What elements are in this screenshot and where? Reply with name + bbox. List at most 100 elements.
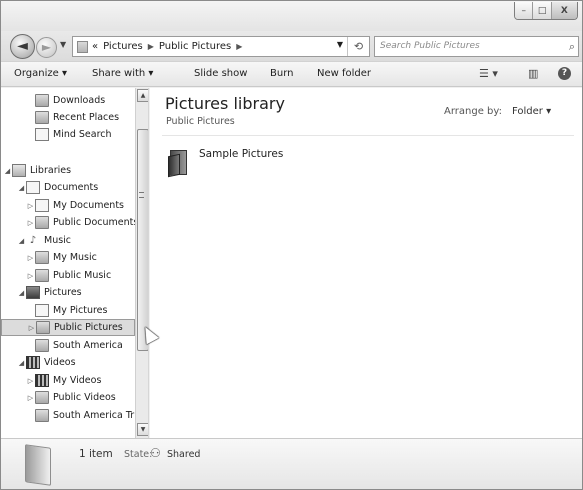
folder-thumbnail-icon <box>25 444 51 486</box>
address-bar[interactable]: « Pictures ▶ Public Pictures ▶ ▼ ⟲ <box>72 36 370 57</box>
tree-item-my-music[interactable]: ▷ My Music <box>1 249 135 266</box>
expand-arrow-icon[interactable]: ▷ <box>26 377 35 385</box>
navigation-bar: ◄ ► ▼ « Pictures ▶ Public Pictures ▶ ▼ ⟲… <box>1 31 582 61</box>
file-list-pane: Pictures library Public Pictures Arrange… <box>150 88 582 438</box>
organize-menu[interactable]: Organize ▾ <box>14 68 67 79</box>
folder-icon <box>35 269 49 282</box>
folder-icon <box>35 251 49 264</box>
scroll-thumb[interactable] <box>137 129 148 351</box>
doc-icon <box>35 304 49 317</box>
change-view-icon[interactable]: ☰ ▾ <box>479 67 498 80</box>
tree-item-libraries[interactable]: ◢ Libraries <box>1 162 135 179</box>
burn-button[interactable]: Burn <box>270 68 293 79</box>
doc-icon <box>35 199 49 212</box>
explorer-window: – □ X ◄ ► ▼ « Pictures ▶ Public Pictures… <box>0 0 583 490</box>
folder-icon <box>35 391 49 404</box>
back-button[interactable]: ◄ <box>10 34 35 59</box>
scroll-down-button[interactable]: ▼ <box>137 423 148 436</box>
expand-arrow-icon[interactable]: ▷ <box>26 202 35 210</box>
new-folder-button[interactable]: New folder <box>317 68 371 79</box>
breadcrumb-separator-icon[interactable]: ▶ <box>148 42 154 51</box>
item-count: 1 item <box>79 448 113 460</box>
tree-item-videos[interactable]: ◢ Videos <box>1 354 135 371</box>
tree-item-my-pictures[interactable]: My Pictures <box>1 302 135 319</box>
expand-arrow-icon[interactable]: ◢ <box>17 289 26 297</box>
preview-pane-icon[interactable]: ▥ <box>528 67 538 80</box>
details-pane: 1 item State: ⚇ Shared <box>1 438 582 489</box>
library-subtitle[interactable]: Public Pictures <box>166 116 235 127</box>
expand-arrow-icon[interactable]: ▷ <box>27 324 36 332</box>
help-icon[interactable]: ? <box>558 67 571 80</box>
tree-item-label: My Pictures <box>53 305 108 316</box>
search-input[interactable]: Search Public Pictures ⌕ <box>374 36 579 57</box>
breadcrumb-overflow[interactable]: « <box>92 41 98 52</box>
address-dropdown-icon[interactable]: ▼ <box>337 40 343 49</box>
slide-show-button[interactable]: Slide show <box>194 68 247 79</box>
recent-pages-dropdown[interactable]: ▼ <box>60 40 66 49</box>
tree-item-label: Public Documents <box>53 217 135 228</box>
folder-item-sample-pictures[interactable]: Sample Pictures <box>168 146 284 178</box>
doc-icon <box>35 128 49 141</box>
expand-arrow-icon[interactable]: ◢ <box>17 184 26 192</box>
tree-item-south-america[interactable]: South America <box>1 337 135 354</box>
tree-item-label: Videos <box>44 357 76 368</box>
expand-arrow-icon[interactable]: ◢ <box>17 359 26 367</box>
tree-item-pictures[interactable]: ◢ Pictures <box>1 284 135 301</box>
tree-item-label: Libraries <box>30 165 72 176</box>
tree-item-label: Mind Search <box>53 129 112 140</box>
tree-item-label: My Music <box>53 252 97 263</box>
expand-arrow-icon[interactable]: ▷ <box>26 219 35 227</box>
tree-item-public-music[interactable]: ▷ Public Music <box>1 267 135 284</box>
folder-icon <box>36 321 50 334</box>
tree-item-mind-search[interactable]: Mind Search <box>1 126 135 143</box>
shared-users-icon: ⚇ <box>150 446 161 460</box>
navigation-pane: Downloads Recent Places Mind Search ◢ Librar… <box>1 88 149 438</box>
expand-arrow-icon[interactable]: ◢ <box>3 167 12 175</box>
expand-arrow-icon[interactable]: ▷ <box>26 272 35 280</box>
refresh-icon[interactable]: ⟲ <box>347 37 369 56</box>
expand-arrow-icon[interactable]: ▷ <box>26 394 35 402</box>
close-button[interactable]: X <box>551 2 577 19</box>
vid-icon <box>26 356 40 369</box>
share-with-menu[interactable]: Share with ▾ <box>92 68 153 79</box>
tree-item-downloads[interactable]: Downloads <box>1 92 135 109</box>
tree-item-documents[interactable]: ◢ Documents <box>1 179 135 196</box>
folder-icon <box>35 111 49 124</box>
search-placeholder: Search Public Pictures <box>380 41 480 51</box>
expand-arrow-icon[interactable]: ▷ <box>26 254 35 262</box>
tree-item-public-videos[interactable]: ▷ Public Videos <box>1 389 135 406</box>
navigation-scrollbar[interactable]: ▲ ▼ <box>135 88 148 438</box>
scroll-up-button[interactable]: ▲ <box>137 89 148 102</box>
breadcrumb-public-pictures[interactable]: Public Pictures <box>159 41 231 52</box>
breadcrumb-pictures[interactable]: Pictures <box>103 41 143 52</box>
tree-item-label: Documents <box>44 182 99 193</box>
tree-item-label: Downloads <box>53 95 106 106</box>
tree-item-recent-places[interactable]: Recent Places <box>1 109 135 126</box>
tree-item-label: Public Videos <box>53 392 116 403</box>
maximize-button[interactable]: □ <box>533 2 552 19</box>
tree-item-music[interactable]: ◢ ♪ Music <box>1 232 135 249</box>
expand-arrow-icon[interactable]: ◢ <box>17 237 26 245</box>
caption-buttons: – □ X <box>514 2 578 20</box>
search-icon[interactable]: ⌕ <box>569 37 575 56</box>
tree-item-label: Public Music <box>53 270 112 281</box>
scroll-grip-icon <box>139 192 144 198</box>
tree-item-public-pictures[interactable]: ▷ Public Pictures <box>1 319 135 336</box>
command-bar: Organize ▾ Share with ▾ Slide show Burn … <box>1 61 582 87</box>
minimize-button[interactable]: – <box>515 2 534 19</box>
arrange-by-dropdown[interactable]: Folder ▾ <box>512 106 551 117</box>
tree-item-south-america-trip[interactable]: South America Trip <box>1 407 135 424</box>
tree-item-label: South America <box>53 340 123 351</box>
tree-item-my-videos[interactable]: ▷ My Videos <box>1 372 135 389</box>
vid-icon <box>35 374 49 387</box>
tree-item-public-documents[interactable]: ▷ Public Documents <box>1 214 135 231</box>
state-label: State: <box>124 449 153 460</box>
tree-item-label: Public Pictures <box>54 322 123 333</box>
tree-item-label: Pictures <box>44 287 82 298</box>
tree-item-label: Music <box>44 235 72 246</box>
picture-folder-icon <box>168 146 190 178</box>
forward-button[interactable]: ► <box>36 37 57 58</box>
breadcrumb-separator-icon[interactable]: ▶ <box>236 42 242 51</box>
tree-item-my-documents[interactable]: ▷ My Documents <box>1 197 135 214</box>
folder-item-label: Sample Pictures <box>199 148 284 160</box>
